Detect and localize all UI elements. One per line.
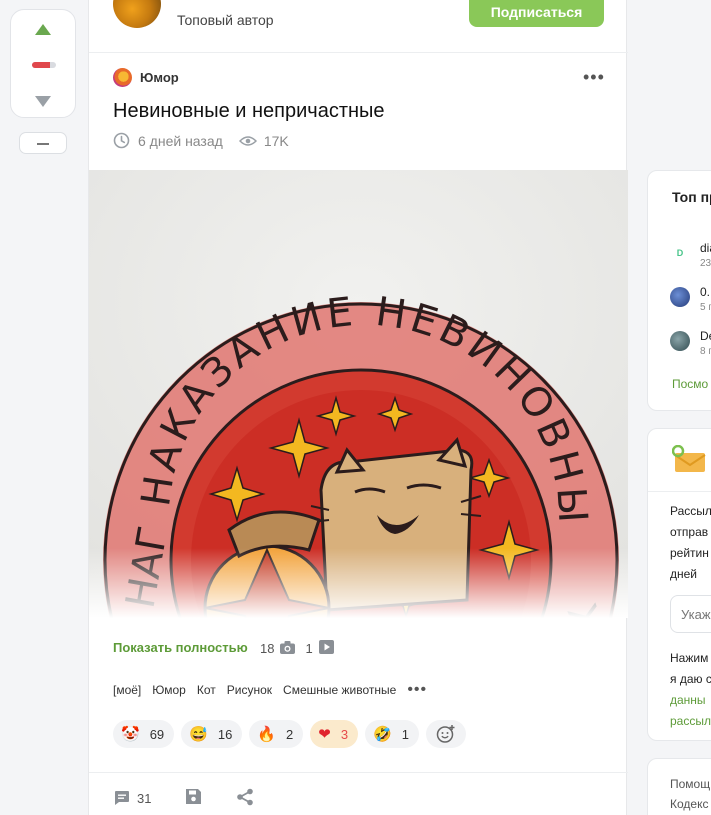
- rofl-emoji-icon: 🤣: [373, 726, 392, 743]
- top-item[interactable]: D dia 23: [670, 239, 711, 273]
- video-count: 1: [305, 641, 313, 656]
- reaction-count: 2: [286, 726, 294, 742]
- post-date: 6 дней назад: [138, 132, 223, 149]
- top-item[interactable]: De 8 г: [670, 327, 711, 361]
- help-widget: Помощ Кодекс: [647, 758, 711, 815]
- reaction-count: 69: [149, 726, 165, 742]
- newsletter-text: отправ: [670, 525, 709, 539]
- author-rank: Топовый автор: [177, 12, 274, 28]
- comments-button[interactable]: 31: [113, 790, 151, 806]
- collapse-post-button[interactable]: [19, 132, 67, 154]
- reaction-count: 1: [401, 726, 409, 742]
- newsletter-widget: Рассыл отправ рейтин дней Укаж Нажим я д…: [647, 428, 711, 741]
- more-options-icon[interactable]: •••: [583, 68, 605, 86]
- post-meta: 6 дней назад 17K: [113, 132, 289, 149]
- divider: [89, 772, 628, 773]
- comments-count: 31: [137, 790, 152, 806]
- photo-count: 18: [260, 641, 275, 656]
- play-icon: [318, 640, 334, 657]
- newsletter-link[interactable]: рассыл: [670, 714, 711, 728]
- more-tags-icon[interactable]: •••: [407, 682, 427, 698]
- avatar: [670, 331, 690, 351]
- add-emoji-icon: [436, 725, 455, 743]
- rules-link[interactable]: Кодекс: [670, 797, 708, 811]
- newsletter-text: Рассыл: [670, 504, 711, 518]
- tag[interactable]: Юмор: [152, 683, 186, 697]
- author-header: Топовый автор Подписаться: [89, 0, 628, 53]
- share-icon: [237, 788, 253, 806]
- reaction-rofl[interactable]: 🤣 1: [365, 720, 419, 748]
- media-counts: 18 1: [260, 640, 344, 657]
- privacy-link[interactable]: данны: [670, 693, 706, 707]
- tag[interactable]: Рисунок: [227, 683, 272, 697]
- top-item-sub: 5 г: [700, 302, 711, 313]
- share-button[interactable]: [236, 788, 254, 811]
- top-authors-widget: Топ пр D dia 23 0. 5 г De 8 г Посмо: [647, 170, 711, 411]
- author-avatar[interactable]: [113, 0, 161, 28]
- top-item-sub: 23: [700, 258, 711, 269]
- reaction-fire[interactable]: 🔥 2: [249, 720, 304, 748]
- add-reaction-button[interactable]: [425, 720, 466, 748]
- mail-icon: [671, 444, 706, 478]
- eye-icon: [238, 135, 257, 146]
- clown-emoji-icon: 🤡: [121, 726, 140, 743]
- post-views: 17K: [263, 132, 289, 149]
- post-card: Топовый автор Подписаться Юмор ••• Невин…: [88, 0, 628, 815]
- sweat-laugh-emoji-icon: 😅: [189, 726, 208, 743]
- avatar: [670, 287, 690, 307]
- reaction-sweat-laugh[interactable]: 😅 16: [181, 720, 243, 748]
- widget-title: Топ пр: [672, 189, 711, 205]
- comment-icon: [115, 791, 129, 805]
- top-item-name: 0.: [700, 285, 711, 299]
- vote-widget: [10, 9, 76, 118]
- top-item-name: dia: [700, 241, 711, 255]
- image-fade: [89, 548, 628, 618]
- tag[interactable]: [моё]: [113, 683, 141, 697]
- consent-text: я даю с: [670, 672, 711, 686]
- post-image[interactable]: НАКАЗАНИЕ НЕВИНОВНЫХ: [89, 170, 628, 618]
- subscribe-button[interactable]: Подписаться: [469, 0, 604, 27]
- clock-icon: [113, 132, 130, 149]
- community-link[interactable]: Юмор: [140, 70, 179, 85]
- camera-icon: [280, 640, 296, 657]
- reactions-bar: 🤡 69 😅 16 🔥 2 ❤ 3 🤣 1: [113, 720, 466, 748]
- save-icon: [186, 789, 201, 804]
- post-title[interactable]: Невиновные и непричастные: [113, 100, 385, 123]
- show-full-link[interactable]: Показать полностью: [113, 640, 248, 655]
- upvote-icon[interactable]: [35, 24, 51, 35]
- heart-emoji-icon: ❤: [318, 726, 331, 743]
- help-link[interactable]: Помощ: [670, 777, 710, 791]
- newsletter-text: рейтин: [670, 546, 709, 560]
- avatar: D: [670, 243, 690, 263]
- top-item-sub: 8 г: [700, 346, 711, 357]
- reaction-heart[interactable]: ❤ 3: [310, 720, 359, 748]
- fire-emoji-icon: 🔥: [257, 726, 276, 743]
- reaction-count: 3: [340, 726, 349, 742]
- show-more-link[interactable]: Посмо: [672, 377, 708, 391]
- reaction-count: 16: [217, 726, 233, 742]
- rating-bar-fill: [32, 62, 50, 68]
- save-button[interactable]: [185, 788, 202, 810]
- top-item[interactable]: 0. 5 г: [670, 283, 711, 317]
- newsletter-text: дней: [670, 567, 698, 581]
- email-field[interactable]: Укаж: [670, 595, 711, 633]
- tag[interactable]: Кот: [197, 683, 216, 697]
- rating-bar: [32, 62, 56, 68]
- downvote-icon[interactable]: [35, 96, 51, 107]
- reaction-clown[interactable]: 🤡 69: [113, 720, 175, 748]
- community-icon[interactable]: [113, 68, 132, 87]
- tag-list: [моё] Юмор Кот Рисунок Смешные животные …: [113, 682, 438, 698]
- tag[interactable]: Смешные животные: [283, 683, 396, 697]
- top-item-name: De: [700, 329, 711, 343]
- consent-text: Нажим: [670, 651, 709, 665]
